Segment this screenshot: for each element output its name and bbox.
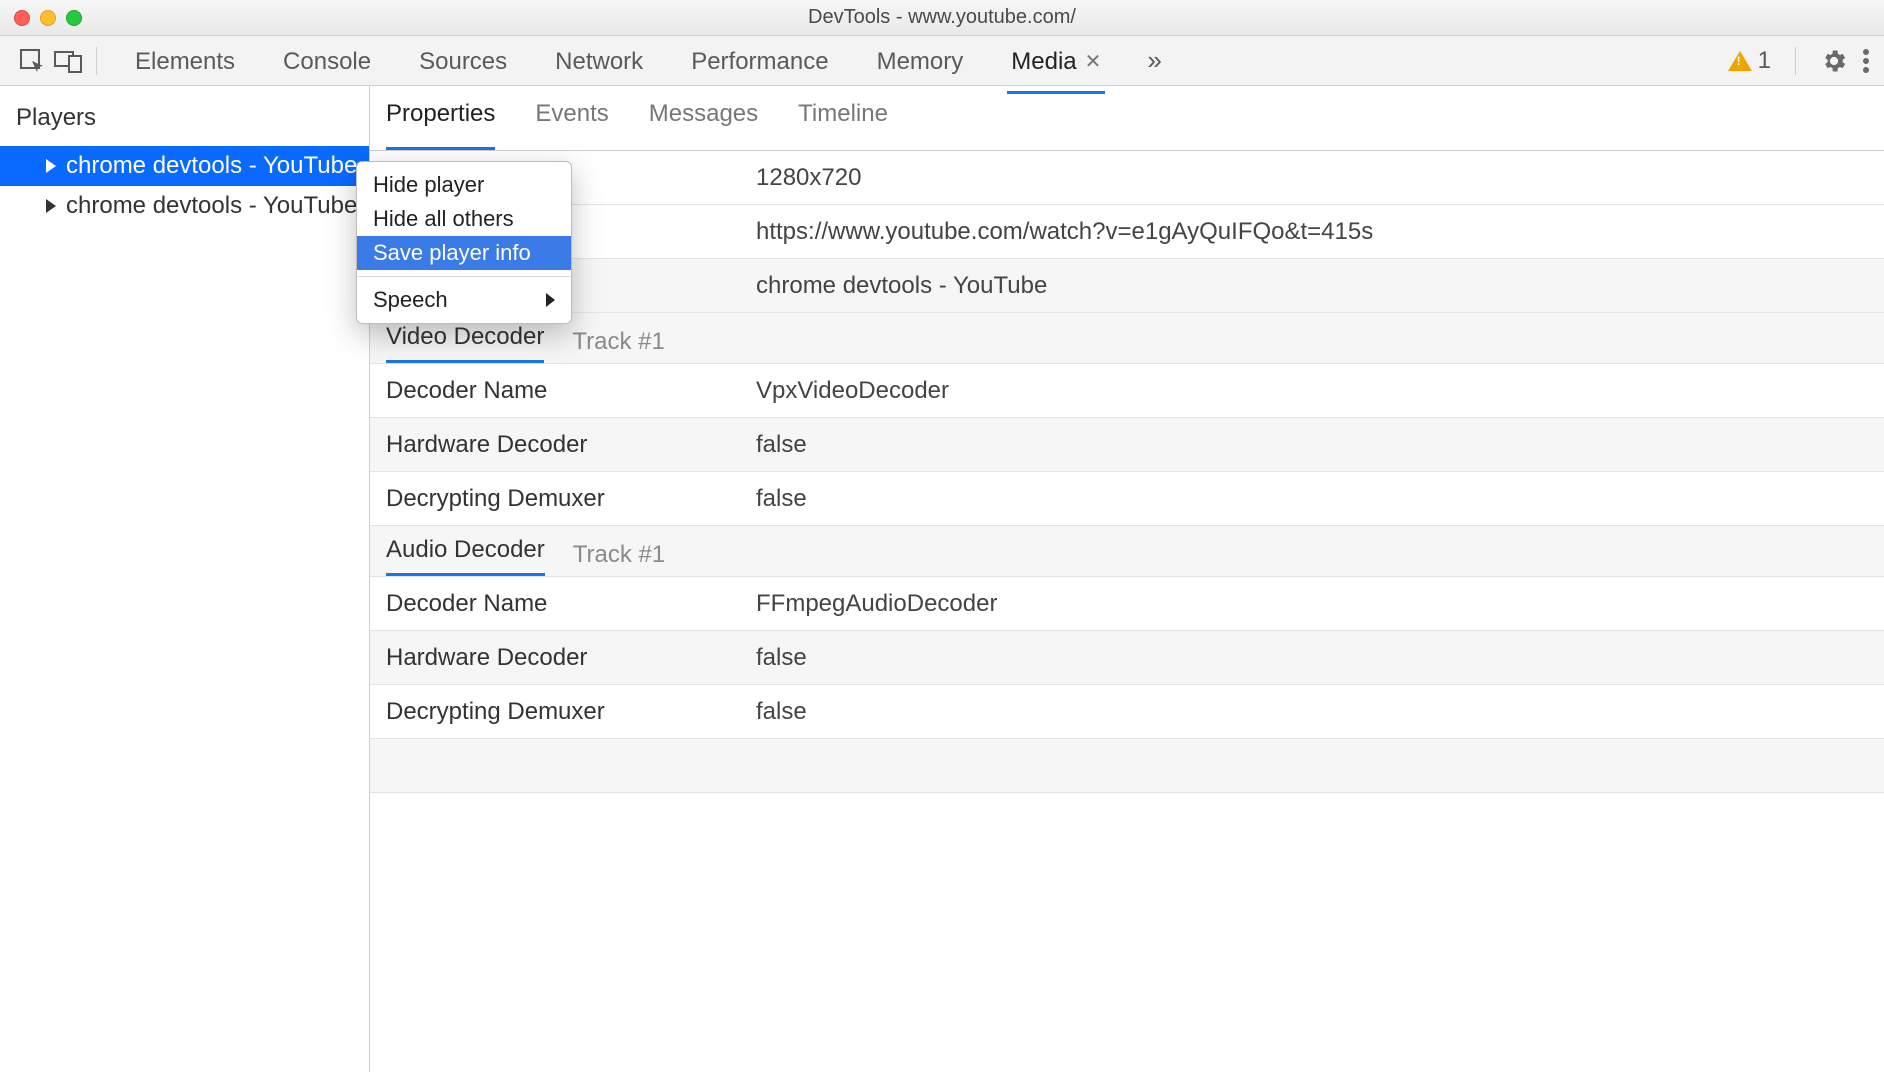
property-label: Hardware Decoder [386,431,756,459]
subtab-properties[interactable]: Properties [386,100,495,138]
main-panel: Properties Events Messages Timeline Reso… [370,86,1884,1072]
property-row: e URLhttps://www.youtube.com/watch?v=e1g… [370,205,1884,259]
warnings-count: 1 [1758,47,1771,75]
close-icon[interactable]: ✕ [1085,49,1102,74]
property-row [370,739,1884,793]
players-sidebar: Players chrome devtools - YouTube chrome … [0,86,370,1072]
section-subtitle: Track #1 [573,541,665,569]
section-header: Video Decoder Track #1 [370,313,1884,364]
property-value: https://www.youtube.com/watch?v=e1gAyQuI… [756,218,1868,246]
toolbar-divider [1795,47,1796,75]
tab-console[interactable]: Console [281,38,373,84]
property-row: Decrypting Demuxerfalse [370,472,1884,526]
tab-memory[interactable]: Memory [875,38,966,84]
tab-media[interactable]: Media ✕ [1009,38,1103,84]
warning-icon [1728,51,1752,71]
menu-separator [357,276,571,277]
subtab-events[interactable]: Events [535,100,608,138]
minimize-window-button[interactable] [40,10,56,26]
devtools-toolbar: Elements Console Sources Network Perform… [0,36,1884,86]
media-subtabs: Properties Events Messages Timeline [370,86,1884,151]
tab-network[interactable]: Network [553,38,645,84]
property-label: Decrypting Demuxer [386,698,756,726]
player-item-label: chrome devtools - YouTube [66,192,357,220]
property-label: Decrypting Demuxer [386,485,756,513]
menu-item-label: Save player info [373,240,531,266]
menu-save-player-info[interactable]: Save player info [357,236,571,270]
menu-speech[interactable]: Speech [357,283,571,317]
window-titlebar: DevTools - www.youtube.com/ [0,0,1884,36]
more-tabs-icon[interactable]: » [1147,45,1161,76]
player-item-label: chrome devtools - YouTube [66,152,357,180]
tab-media-label: Media [1011,48,1076,76]
player-item[interactable]: chrome devtools - YouTube [0,186,369,226]
property-value: false [756,644,1868,672]
section-header: Audio Decoder Track #1 [370,526,1884,577]
menu-hide-all-others[interactable]: Hide all others [357,202,571,236]
property-value: false [756,431,1868,459]
menu-item-label: Speech [373,287,448,313]
property-row: e Titlechrome devtools - YouTube [370,259,1884,313]
property-row: Decoder NameVpxVideoDecoder [370,364,1884,418]
properties-rows: Resolution1280x720e URLhttps://www.youtu… [370,151,1884,793]
tab-sources[interactable]: Sources [417,38,509,84]
property-value: 1280x720 [756,164,1868,192]
property-row: Hardware Decoderfalse [370,631,1884,685]
property-value: VpxVideoDecoder [756,377,1868,405]
property-row: Decrypting Demuxerfalse [370,685,1884,739]
property-row: Resolution1280x720 [370,151,1884,205]
subtab-timeline[interactable]: Timeline [798,100,888,138]
sidebar-title: Players [0,86,369,146]
toolbar-right: 1 [1728,47,1870,75]
workspace: Players chrome devtools - YouTube chrome … [0,86,1884,1072]
caret-right-icon [46,159,56,173]
tab-performance[interactable]: Performance [689,38,830,84]
section-title: Audio Decoder [386,536,545,574]
player-item[interactable]: chrome devtools - YouTube [0,146,369,186]
menu-item-label: Hide player [373,172,484,198]
gear-icon[interactable] [1820,47,1848,75]
property-value: FFmpegAudioDecoder [756,590,1868,618]
toolbar-divider [96,47,97,75]
property-row: Hardware Decoderfalse [370,418,1884,472]
maximize-window-button[interactable] [66,10,82,26]
property-row: Decoder NameFFmpegAudioDecoder [370,577,1884,631]
window-controls [0,10,82,26]
menu-hide-player[interactable]: Hide player [357,168,571,202]
warnings-badge[interactable]: 1 [1728,47,1771,75]
chevron-right-icon [546,293,555,307]
property-value: chrome devtools - YouTube [756,272,1868,300]
subtab-messages[interactable]: Messages [649,100,758,138]
window-title: DevTools - www.youtube.com/ [0,6,1884,29]
devtools-tabs: Elements Console Sources Network Perform… [133,38,1708,84]
close-window-button[interactable] [14,10,30,26]
device-toolbar-icon[interactable] [50,43,86,79]
context-menu: Hide player Hide all others Save player … [356,161,572,324]
kebab-menu-icon[interactable] [1862,47,1870,75]
property-value: false [756,485,1868,513]
property-label: Decoder Name [386,590,756,618]
property-value: false [756,698,1868,726]
section-title: Video Decoder [386,323,544,361]
section-subtitle: Track #1 [572,328,664,356]
property-label: Hardware Decoder [386,644,756,672]
menu-item-label: Hide all others [373,206,514,232]
inspect-element-icon[interactable] [14,43,50,79]
property-label: Decoder Name [386,377,756,405]
caret-right-icon [46,199,56,213]
tab-elements[interactable]: Elements [133,38,237,84]
